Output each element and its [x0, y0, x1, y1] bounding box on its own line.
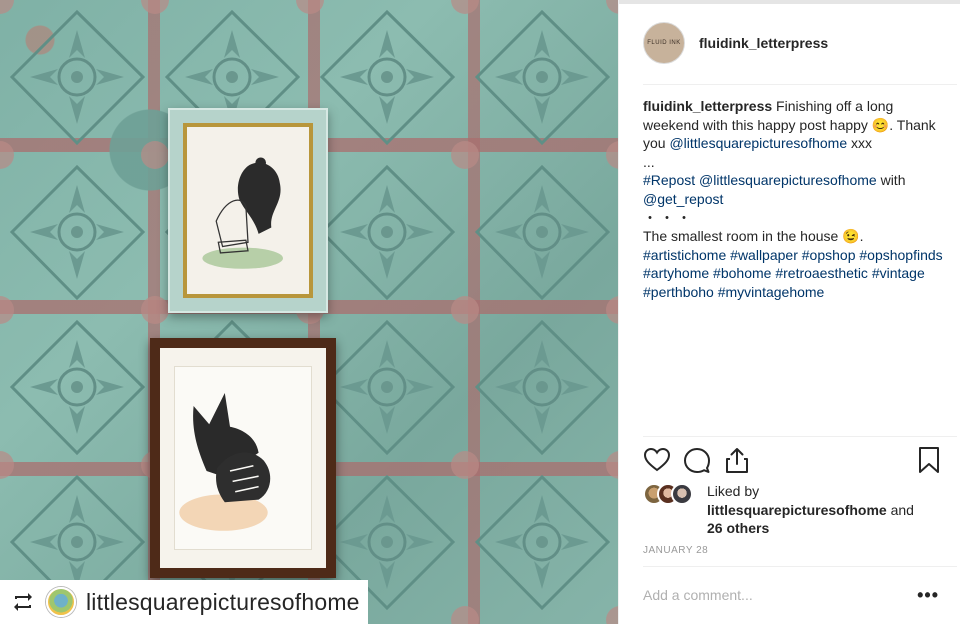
actions-divider	[643, 436, 957, 437]
caption-hashtags: #artistichome #wallpaper #opshop #opshop…	[643, 246, 943, 302]
framed-artwork-wolf-shadow	[150, 338, 336, 578]
liked-by-text: Liked by littlesquarepicturesofhome and …	[707, 482, 914, 538]
repost-icon	[10, 589, 36, 615]
more-options-icon[interactable]: •••	[917, 585, 939, 606]
share-icon[interactable]	[723, 446, 751, 474]
heart-icon[interactable]	[643, 446, 671, 474]
caption-ellipsis: ...	[643, 153, 655, 170]
comment-input[interactable]	[643, 587, 883, 603]
hashtag[interactable]: #vintage	[872, 265, 925, 281]
hashtag[interactable]: #retroaesthetic	[775, 265, 868, 281]
hashtag[interactable]: #perthboho	[643, 284, 714, 300]
author-username[interactable]: fluidink_letterpress	[699, 35, 828, 51]
comment-divider	[643, 566, 957, 567]
caption-dots: ・・・	[643, 209, 694, 226]
bookmark-icon[interactable]	[915, 446, 943, 474]
hashtag[interactable]: #artistichome	[643, 247, 726, 263]
hashtag[interactable]: #artyhome	[643, 265, 709, 281]
hashtag[interactable]: #wallpaper	[730, 247, 798, 263]
comment-icon[interactable]	[683, 446, 711, 474]
post-caption: fluidink_letterpress Finishing off a lon…	[643, 97, 943, 302]
caption-mention-1[interactable]: @littlesquarepicturesofhome	[669, 135, 847, 151]
caption-mention-2[interactable]: @littlesquarepicturesofhome	[699, 172, 877, 188]
post-details-panel: FLUID INK fluidink_letterpress fluidink_…	[618, 0, 960, 624]
liked-by-others[interactable]: 26 others	[707, 520, 769, 536]
repost-attribution-bar: littlesquarepicturesofhome	[0, 580, 368, 624]
comment-form: •••	[643, 583, 939, 607]
caption-with: with	[876, 172, 906, 189]
repost-avatar	[46, 587, 76, 617]
post-date[interactable]: JANUARY 28	[643, 545, 708, 556]
caption-tail: xxx	[847, 135, 872, 152]
author-avatar[interactable]: FLUID INK	[643, 22, 685, 64]
post-header: FLUID INK fluidink_letterpress	[643, 22, 828, 64]
liked-by-and: and	[890, 501, 914, 518]
hashtag[interactable]: #opshopfinds	[859, 247, 942, 263]
hashtag[interactable]: #opshop	[802, 247, 856, 263]
framed-artwork-bear-shadow	[168, 108, 328, 313]
caption-body: The smallest room in the house 😉.	[643, 228, 864, 245]
liked-by-user[interactable]: littlesquarepicturesofhome	[707, 502, 887, 518]
liker-avatars	[643, 483, 699, 507]
caption-repost-tag[interactable]: #Repost	[643, 172, 695, 188]
hashtag[interactable]: #bohome	[713, 265, 771, 281]
post-actions	[643, 446, 943, 476]
caption-author[interactable]: fluidink_letterpress	[643, 98, 772, 114]
post-photo[interactable]: littlesquarepicturesofhome	[0, 0, 618, 624]
top-border	[619, 0, 960, 4]
likes-summary: Liked by littlesquarepicturesofhome and …	[643, 482, 914, 538]
wolf-shadow-illustration	[174, 366, 312, 550]
caption-mention-3[interactable]: @get_repost	[643, 191, 723, 207]
liker-avatar	[671, 483, 693, 505]
header-divider	[643, 84, 957, 85]
avatar-logo-text: FLUID INK	[647, 40, 681, 46]
hashtag[interactable]: #myvintagehome	[718, 284, 825, 300]
bear-shadow-illustration	[195, 135, 301, 286]
liked-by-prefix: Liked by	[707, 483, 760, 499]
repost-username: littlesquarepicturesofhome	[86, 588, 360, 615]
